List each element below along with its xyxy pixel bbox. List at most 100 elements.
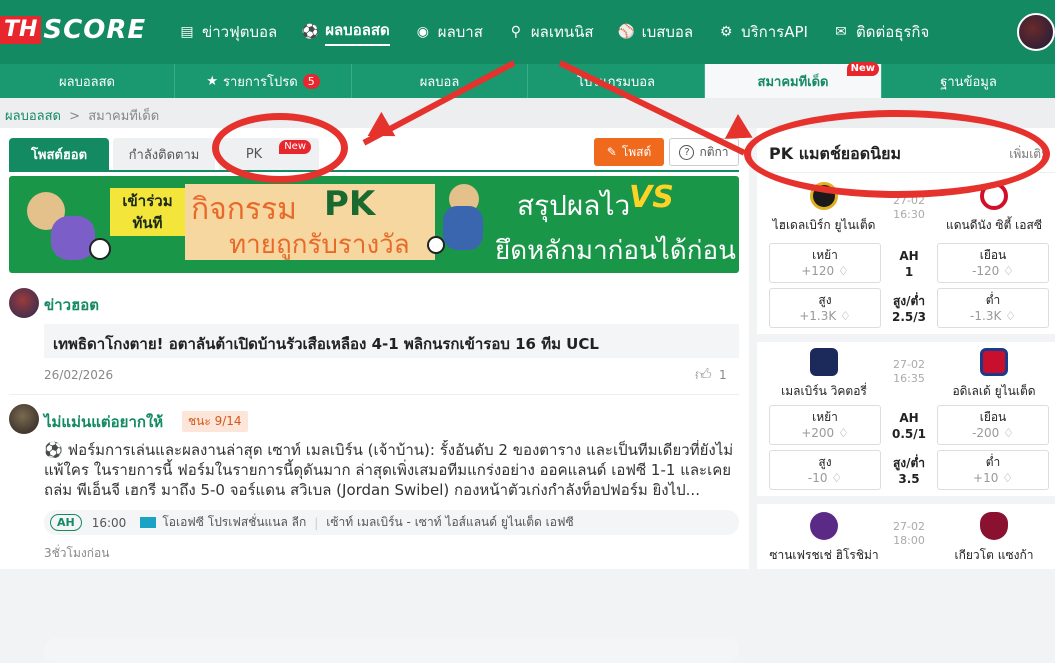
- league-flag-icon: [140, 517, 157, 528]
- subnav-tipster-community[interactable]: สมาคมทีเด็ด New: [705, 62, 882, 98]
- post-match-info[interactable]: AH 16:00 โอเอฟซี โปรเฟสชั่นแนล ลีก | เซ้…: [44, 510, 739, 535]
- diamond-icon: ♢: [840, 309, 851, 323]
- diamond-icon: ♢: [1003, 426, 1014, 440]
- odd-value: -200 ♢: [972, 426, 1014, 440]
- home-team-crest: [810, 348, 838, 376]
- subnav-live[interactable]: ผลบอลสด: [0, 64, 175, 98]
- home-team[interactable]: เมลเบิร์น วิคตอรี่: [769, 348, 879, 401]
- nav-contact[interactable]: ✉ ติดต่อธุรกิจ: [832, 0, 929, 64]
- user-avatar[interactable]: [1017, 13, 1055, 51]
- tab-underline: [9, 170, 739, 172]
- avatar[interactable]: [9, 288, 39, 318]
- odd-label: ต่ำ: [985, 455, 1001, 469]
- breadcrumb-current: สมาคมทีเด็ด: [88, 109, 160, 124]
- subnav-label: สมาคมทีเด็ด: [757, 74, 829, 90]
- match-time: 18:00: [893, 534, 925, 547]
- home-team[interactable]: ซานเฟรชเช่ ฮิโรชิม่า: [769, 512, 879, 565]
- thscore-logo[interactable]: TH SCORE: [0, 16, 146, 44]
- home-odd-button[interactable]: เหย้า +200 ♢: [769, 405, 881, 445]
- news-icon: ▤: [180, 24, 194, 40]
- match-time: 16:35: [893, 372, 925, 385]
- over-button[interactable]: สูง +1.3K ♢: [769, 288, 881, 328]
- annotation-circle-pk-panel: [744, 110, 1050, 198]
- odd-label: ต่ำ: [985, 293, 1001, 307]
- home-odd-button[interactable]: เหย้า +120 ♢: [769, 243, 881, 283]
- home-team-name: เมลเบิร์น วิคตอรี่: [781, 384, 867, 398]
- thumbs-up-icon[interactable]: 👍︎: [695, 365, 712, 385]
- odd-label: เหย้า: [812, 248, 838, 262]
- football-icon: [89, 238, 111, 260]
- subnav-database[interactable]: ฐานข้อมูล: [882, 64, 1055, 98]
- away-team[interactable]: เกียวโต แซงก้า: [939, 512, 1049, 565]
- diamond-icon: ♢: [1003, 264, 1014, 278]
- join-now-badge: เข้าร่วม ทันที: [110, 188, 185, 236]
- sub-navbar: ผลบอลสด ★ รายการโปรด 5 ผลบอล โปรแกรมบอล สม…: [0, 62, 1055, 98]
- diamond-icon: ♢: [838, 264, 849, 278]
- match-datetime: 27-02 16:35: [884, 358, 934, 386]
- banner-summary-text: สรุปผลไว: [517, 189, 631, 222]
- annotation-circle-pk-tab: [212, 113, 348, 183]
- nav-basketball[interactable]: ◉ ผลบาส: [414, 0, 483, 64]
- home-team-name: ซานเฟรชเช่ ฮิโรชิม่า: [769, 548, 879, 562]
- breadcrumb-separator: >: [69, 109, 81, 124]
- subnav-label: ผลบอลสด: [59, 74, 115, 90]
- match-date: 27-02: [893, 520, 925, 533]
- away-team[interactable]: อดิเลเด้ ยูไนเต็ด: [939, 348, 1049, 401]
- odd-value: +1.3K ♢: [799, 309, 851, 323]
- match-time: 16:00: [91, 515, 127, 530]
- tab-hot-posts[interactable]: โพสต์ฮอต: [9, 138, 109, 170]
- nav-baseball[interactable]: ⚾ เบสบอล: [617, 0, 693, 64]
- under-button[interactable]: ต่ำ +10 ♢: [937, 450, 1049, 490]
- nav-live-football[interactable]: ⚽ ผลบอลสด: [301, 0, 390, 64]
- win-streak-badge: ชนะ 9/14: [182, 411, 248, 432]
- post-match-strip[interactable]: [44, 638, 739, 663]
- basketball-icon: ◉: [416, 24, 429, 40]
- nav-label: ผลบาส: [437, 23, 483, 41]
- away-team-name: เกียวโต แซงก้า: [954, 548, 1034, 562]
- nav-api[interactable]: ⚙ บริการAPI: [717, 0, 808, 64]
- fixture-name: เซ้าท์ เมลเบิร์น - เซาท์ ไอส์แลนด์ ยูไนเ…: [326, 515, 574, 529]
- away-team-name: อดิเลเด้ ยูไนเต็ด: [952, 384, 1036, 398]
- top-navbar: TH SCORE ▤ ข่าวฟุตบอล ⚽ ผลบอลสด ◉ ผลบาส ⚲ ผล…: [0, 0, 1055, 64]
- football-icon: [427, 236, 445, 254]
- odd-value: -1.3K ♢: [970, 309, 1016, 323]
- nav-news[interactable]: ▤ ข่าวฟุตบอล: [178, 0, 277, 64]
- join-line-2: ทันที: [132, 214, 163, 232]
- divider: [757, 496, 1055, 504]
- hot-news-date: 26/02/2026: [44, 368, 114, 382]
- separator: |: [314, 515, 319, 530]
- match-time: 16:30: [893, 208, 925, 221]
- favorites-count-badge: 5: [302, 73, 320, 89]
- nav-tennis[interactable]: ⚲ ผลเทนนิส: [507, 0, 594, 64]
- subnav-favorites[interactable]: ★ รายการโปรด 5: [175, 64, 352, 98]
- diamond-icon: ♢: [831, 471, 843, 485]
- odd-label: เยือน: [979, 248, 1007, 262]
- odd-value: -10 ♢: [807, 471, 843, 485]
- player-illustration-left-body: [51, 216, 95, 260]
- nav-label: ผลเทนนิส: [530, 23, 594, 41]
- logo-th: TH: [0, 16, 42, 44]
- tipster-name[interactable]: ไม่แม่นแต่อยากให้: [44, 410, 163, 434]
- post-body-text[interactable]: ⚽ ฟอร์มการเล่นและผลงานล่าสุด เซาท์ เมลเบ…: [44, 440, 744, 500]
- odd-label: เยือน: [979, 410, 1007, 424]
- breadcrumb-home-link[interactable]: ผลบอลสด: [5, 109, 61, 124]
- home-team-name: ไฮเดลเบิร์ก ยูไนเต็ด: [772, 218, 876, 232]
- under-button[interactable]: ต่ำ -1.3K ♢: [937, 288, 1049, 328]
- post-button[interactable]: ✎ โพสต์: [594, 138, 664, 166]
- away-odd-button[interactable]: เยือน -120 ♢: [937, 243, 1049, 283]
- hot-news-headline[interactable]: เทพธิดาโกงตาย! อตาลันต้าเปิดบ้านรัวเสือเ…: [44, 324, 739, 358]
- diamond-icon: ♢: [1005, 309, 1016, 323]
- football-icon: ⚽: [301, 24, 319, 40]
- tab-following[interactable]: กำลังติดตาม: [113, 138, 215, 170]
- away-odd-button[interactable]: เยือน -200 ♢: [937, 405, 1049, 445]
- pk-activity-banner[interactable]: เข้าร่วม ทันที กิจกรรม PK ทายถูกรับรางวัล…: [9, 176, 739, 273]
- contact-icon: ✉: [835, 24, 847, 40]
- odd-label: สูง: [818, 293, 832, 307]
- post-button-label: โพสต์: [621, 144, 652, 159]
- nav-label: ข่าวฟุตบอล: [202, 23, 278, 41]
- avatar[interactable]: [9, 404, 39, 434]
- over-button[interactable]: สูง -10 ♢: [769, 450, 881, 490]
- baseball-icon: ⚾: [617, 24, 636, 40]
- banner-guess-text: ทายถูกรับรางวัล: [229, 230, 410, 260]
- diamond-icon: ♢: [1002, 471, 1013, 485]
